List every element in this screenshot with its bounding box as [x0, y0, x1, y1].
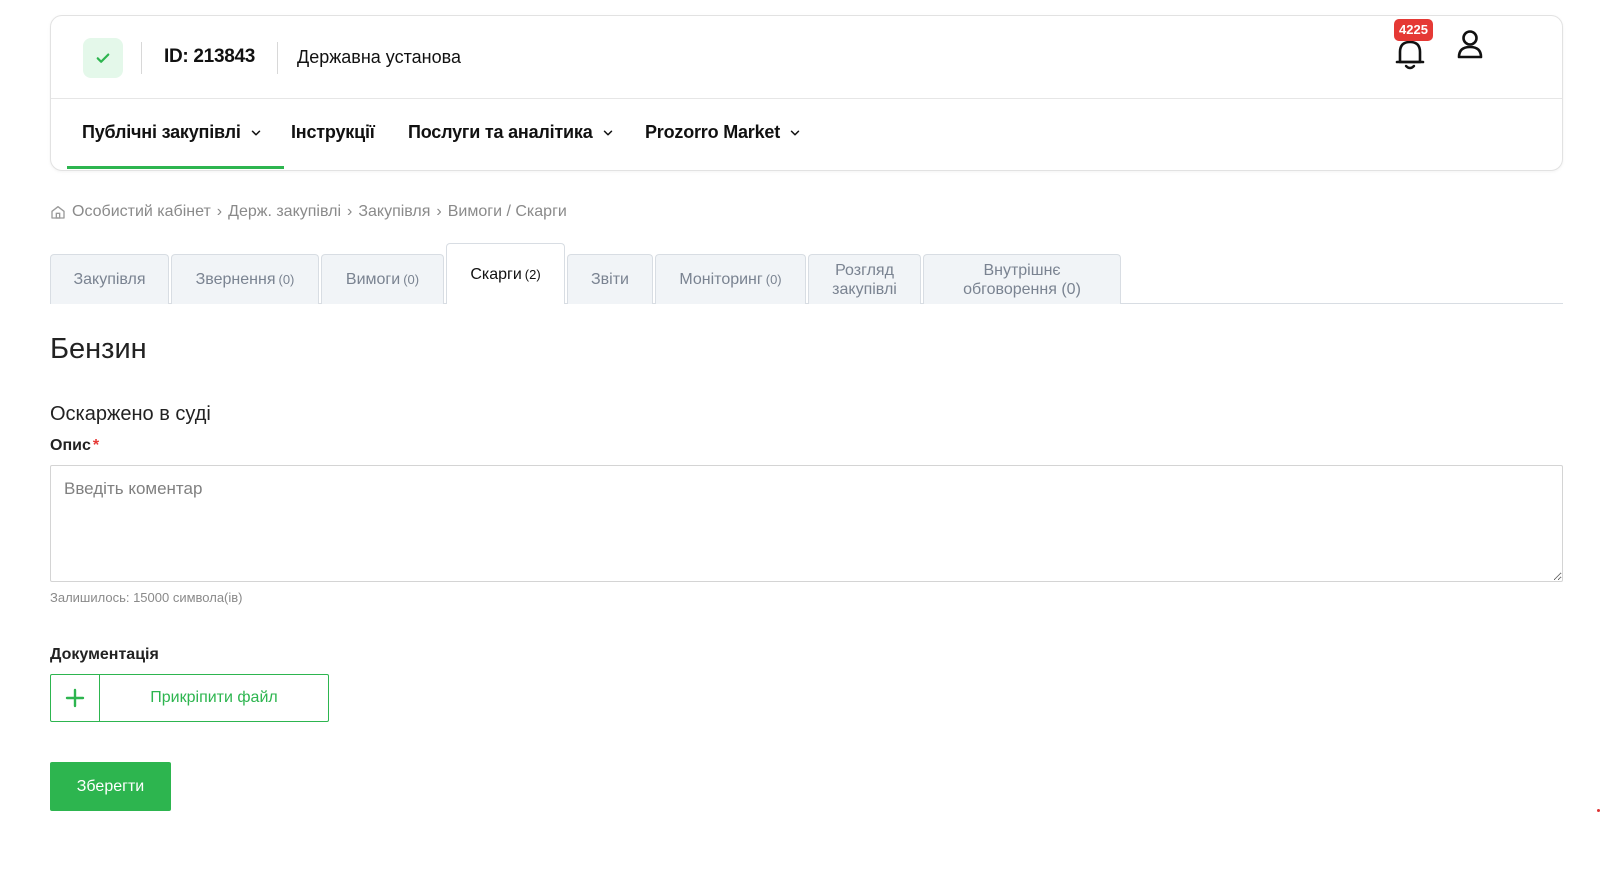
tab-label: Внутрішнє обговорення (0)	[963, 261, 1081, 298]
nav-item-prozorro-market[interactable]: Prozorro Market	[645, 122, 802, 143]
tab-count: (2)	[524, 266, 541, 282]
breadcrumb-item: Вимоги / Скарги	[447, 203, 567, 220]
tab-procurement-review[interactable]: Розгляд закупівлі	[808, 254, 921, 304]
chevron-down-icon	[251, 129, 260, 136]
tab-internal-discussion[interactable]: Внутрішнє обговорення (0)	[923, 254, 1121, 304]
breadcrumb-item[interactable]: Закупівля	[358, 203, 430, 221]
tab-count: (0)	[765, 272, 782, 287]
chevron-down-icon	[603, 129, 612, 136]
user-icon[interactable]	[1455, 28, 1485, 60]
tab-label: Закупівля	[73, 271, 146, 288]
tab-label: Звіти	[591, 271, 629, 288]
decorative-dot	[1597, 809, 1600, 812]
nav-item-label: Послуги та аналітика	[408, 122, 593, 142]
header-top: ID: 213843 Державна установа	[51, 16, 1562, 99]
nav-item-label: Інструкції	[291, 122, 375, 142]
chevron-down-icon	[790, 129, 800, 136]
divider	[141, 42, 142, 74]
tab-count: (0)	[403, 272, 420, 287]
home-icon[interactable]	[50, 204, 66, 220]
description-label-text: Опис	[50, 437, 91, 454]
tab-requirements[interactable]: Вимоги (0)	[321, 254, 444, 304]
tab-complaints[interactable]: Скарги (2)	[446, 243, 565, 304]
tab-label: Вимоги	[345, 271, 401, 288]
tab-reports[interactable]: Звіти	[567, 254, 653, 304]
page-title: Бензин	[50, 333, 147, 365]
chars-left-counter: Залишилось: 15000 символа(ів)	[50, 590, 243, 605]
tab-appeals[interactable]: Звернення (0)	[171, 254, 319, 304]
save-button[interactable]: Зберегти	[50, 762, 171, 811]
attach-file-label: Прикріпити файл	[150, 689, 278, 706]
breadcrumb-separator: ›	[347, 203, 353, 220]
nav-item-instructions[interactable]: Інструкції	[291, 122, 375, 143]
attach-file-button[interactable]: Прикріпити файл	[50, 674, 329, 722]
nav-item-label: Prozorro Market	[645, 122, 781, 142]
description-input[interactable]	[50, 465, 1563, 582]
tab-label: Скарги	[470, 265, 522, 283]
nav-item-label: Публічні закупівлі	[82, 122, 241, 142]
verified-badge	[83, 38, 123, 78]
notification-badge: 4225	[1394, 19, 1433, 41]
org-id: ID: 213843	[164, 46, 256, 67]
tab-procurement[interactable]: Закупівля	[50, 254, 169, 304]
breadcrumb-separator: ›	[216, 203, 223, 220]
breadcrumb-separator: ›	[436, 203, 442, 220]
breadcrumb: Особистий кабінет › Держ. закупівлі › За…	[50, 203, 567, 221]
tab-label: Звернення	[195, 271, 276, 288]
breadcrumb-item[interactable]: Особистий кабінет	[72, 203, 211, 221]
breadcrumb-item[interactable]: Держ. закупівлі	[228, 203, 341, 221]
tab-count: (0)	[278, 272, 295, 287]
plus-icon	[65, 688, 85, 708]
tab-label: Моніторинг	[679, 271, 763, 288]
org-name: Державна установа	[297, 47, 461, 67]
description-label: Опис *	[50, 437, 99, 455]
complaint-status: Оскаржено в суді	[50, 403, 211, 425]
tab-label: Розгляд закупівлі	[832, 261, 897, 298]
attach-plus	[51, 675, 100, 721]
divider	[277, 42, 278, 74]
required-mark: *	[92, 437, 100, 454]
main-nav: Публічні закупівлі Інструкції Послуги та…	[51, 100, 1562, 171]
nav-item-services-analytics[interactable]: Послуги та аналітика	[408, 122, 615, 143]
tab-monitoring[interactable]: Моніторинг (0)	[655, 254, 806, 304]
check-icon	[96, 53, 110, 63]
docs-label: Документація	[50, 646, 159, 663]
nav-item-public-procurement[interactable]: Публічні закупівлі	[82, 122, 263, 143]
header-card: ID: 213843 Державна установа Публічні за…	[50, 15, 1563, 171]
nav-active-underline	[67, 166, 284, 169]
